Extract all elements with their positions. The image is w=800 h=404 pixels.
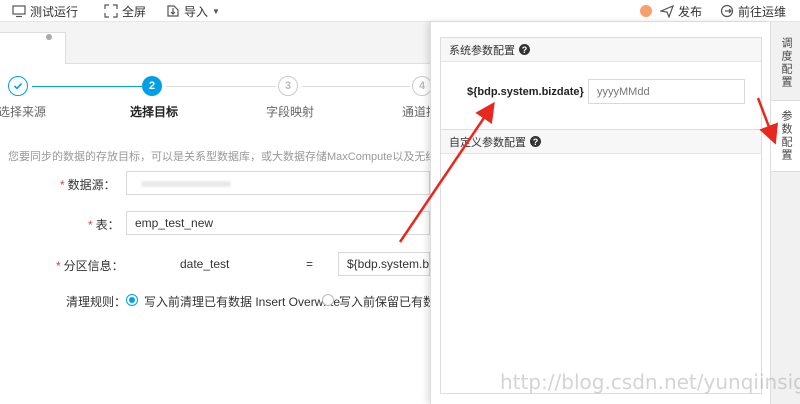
step-connector (166, 86, 276, 87)
fullscreen-icon (104, 4, 118, 18)
wizard-steps: 2 3 4 选择来源 选择目标 字段映射 通道控 (0, 66, 438, 126)
step-todo-circle[interactable]: 3 (278, 76, 298, 96)
table-label: * 表： (88, 218, 120, 232)
system-param-input[interactable] (588, 79, 745, 104)
custom-params-header: 自定义参数配置 ? (441, 130, 761, 154)
import-label: 导入 (184, 4, 209, 19)
step-connector (302, 86, 410, 87)
partition-equals: = (306, 257, 314, 271)
table-select[interactable]: emp_test_new (126, 211, 430, 235)
step-label: 选择来源 (0, 105, 47, 119)
status-dot-icon (640, 5, 652, 17)
goto-ops-button[interactable]: 前往运维 (720, 0, 786, 22)
redacted-value (141, 181, 231, 187)
partition-label: * 分区信息： (56, 259, 124, 273)
fullscreen-button[interactable]: 全屏 (104, 0, 146, 22)
check-icon (13, 82, 23, 90)
import-icon (167, 5, 179, 17)
clean-overwrite-label[interactable]: 写入前清理已有数据 Insert Overwrite (144, 293, 340, 310)
step-label: 选择目标 (130, 105, 179, 119)
publish-label: 发布 (678, 4, 703, 19)
datasource-label: * 数据源： (60, 178, 116, 192)
test-run-button[interactable]: 测试运行 (12, 0, 78, 22)
close-icon[interactable] (46, 34, 52, 40)
test-run-label: 测试运行 (30, 4, 79, 19)
editor-tab[interactable] (0, 32, 66, 64)
side-tab-bar: 调度配置 参数配置 (770, 22, 800, 404)
partition-value-input[interactable]: ${bdp.system.bizdate} (338, 252, 430, 276)
clean-overwrite-radio[interactable] (126, 294, 138, 306)
step-active-circle[interactable]: 2 (142, 76, 162, 96)
table-value: emp_test_new (135, 216, 214, 230)
goto-ops-label: 前往运维 (738, 4, 787, 19)
tab-schedule-config[interactable]: 调度配置 (771, 28, 800, 98)
param-config-panel: 系统参数配置 ? ${bdp.system.bizdate} 自定义参数配置 ? (430, 22, 770, 404)
help-icon[interactable]: ? (530, 136, 541, 147)
import-button[interactable]: 导入 ▼ (166, 0, 220, 22)
step-number: 2 (148, 80, 156, 92)
tab-param-config[interactable]: 参数配置 (771, 100, 800, 172)
partition-key: date_test (180, 257, 230, 271)
target-hint-text: 您要同步的数据的存放目标，可以是关系型数据库，或大数据存储MaxCompute以… (8, 151, 430, 163)
system-param-name: ${bdp.system.bizdate} (467, 86, 584, 98)
system-params-card: 系统参数配置 ? ${bdp.system.bizdate} (440, 37, 762, 135)
step-connector (32, 86, 142, 87)
step-label: 字段映射 (266, 105, 315, 119)
exit-icon (720, 4, 734, 18)
datasource-select[interactable] (126, 171, 430, 195)
clean-keep-label[interactable]: 写入前保留已有数据 (339, 293, 430, 310)
clean-rule-label: 清理规则： (66, 295, 127, 309)
editor-tab-bar (0, 22, 430, 64)
step-number: 4 (418, 80, 426, 92)
custom-params-title: 自定义参数配置 (449, 136, 526, 149)
publish-button[interactable]: 发布 (640, 0, 702, 22)
chevron-down-icon: ▼ (212, 6, 220, 16)
clean-keep-radio[interactable] (322, 294, 334, 306)
step-todo-circle[interactable]: 4 (412, 76, 432, 96)
step-number: 3 (284, 80, 292, 92)
step-done-circle[interactable] (8, 76, 28, 96)
monitor-icon (12, 5, 26, 18)
top-toolbar: 测试运行 全屏 导入 ▼ 发布 前往运维 (0, 0, 800, 22)
fullscreen-label: 全屏 (122, 4, 147, 19)
system-params-header: 系统参数配置 ? (441, 38, 761, 62)
partition-value: ${bdp.system.bizdate} (347, 257, 430, 271)
help-icon[interactable]: ? (519, 44, 530, 55)
send-icon (660, 4, 674, 18)
custom-params-card: 自定义参数配置 ? (440, 129, 762, 394)
watermark: http://blog.csdn.net/yunqiinsight (500, 370, 800, 394)
system-params-title: 系统参数配置 (449, 44, 515, 57)
